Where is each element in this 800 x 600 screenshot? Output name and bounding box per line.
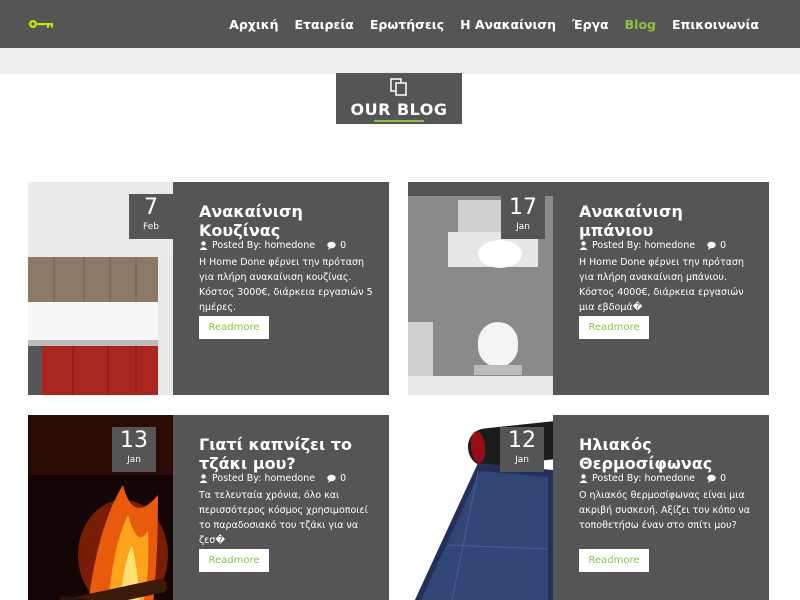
post-meta: Posted By: homedone 0 xyxy=(579,240,759,251)
post-excerpt: Ο ηλιακός θερμοσίφωνας είναι μια ακριβή … xyxy=(579,490,750,531)
post-excerpt: Η Home Done φέρνει την πρόταση για πλήρη… xyxy=(199,257,373,313)
comments-icon xyxy=(707,474,716,483)
post-content: Ανακαίνιση Κουζίνας Posted By: homedone … xyxy=(173,182,389,395)
post-meta: Posted By: homedone 0 xyxy=(579,473,759,484)
post-date-day: 7 xyxy=(144,195,158,220)
post-date-day: 13 xyxy=(120,428,148,453)
documents-icon xyxy=(390,78,407,96)
user-icon xyxy=(579,474,588,483)
user-icon xyxy=(199,241,208,250)
blog-card: 12 Jan Ηλιακός Θερμοσίφωνας Posted By: h… xyxy=(408,415,769,600)
nav-item-home[interactable]: Αρχική xyxy=(229,17,278,32)
post-title[interactable]: Ανακαίνιση Κουζίνας xyxy=(199,202,379,240)
blog-card: 13 Jan Γιατί καπνίζει το τζάκι μου? Post… xyxy=(28,415,389,600)
post-title[interactable]: Ηλιακός Θερμοσίφωνας xyxy=(579,435,759,473)
post-comment-count[interactable]: 0 xyxy=(720,240,726,251)
comments-icon xyxy=(327,241,336,250)
title-underline xyxy=(374,120,424,122)
blog-card: 7 Feb Ανακαίνιση Κουζίνας Posted By: hom… xyxy=(28,182,389,395)
post-content: Ανακαίνιση μπάνιου Posted By: homedone 0… xyxy=(553,182,769,395)
post-comment-count[interactable]: 0 xyxy=(720,473,726,484)
readmore-button[interactable]: Readmore xyxy=(579,549,649,572)
logo-key-icon[interactable] xyxy=(28,17,58,31)
post-excerpt: Τα τελευταία χρόνια, όλο και περισσότερο… xyxy=(199,490,368,546)
post-date: 12 Jan xyxy=(500,427,544,472)
post-excerpt: Η Home Done φέρνει την πρόταση για πλήρη… xyxy=(579,257,745,313)
readmore-button[interactable]: Readmore xyxy=(199,316,269,339)
post-author: Posted By: homedone xyxy=(592,473,696,484)
post-author: Posted By: homedone xyxy=(212,473,316,484)
post-meta: Posted By: homedone 0 xyxy=(199,240,379,251)
blog-title-box: OUR BLOG xyxy=(336,73,462,124)
post-date: 13 Jan xyxy=(112,427,156,472)
comments-icon xyxy=(327,474,336,483)
post-content: Ηλιακός Θερμοσίφωνας Posted By: homedone… xyxy=(553,415,769,600)
post-author: Posted By: homedone xyxy=(212,240,316,251)
post-title[interactable]: Ανακαίνιση μπάνιου xyxy=(579,202,759,240)
nav-item-blog[interactable]: Blog xyxy=(625,17,656,32)
post-comment-count[interactable]: 0 xyxy=(340,473,346,484)
comments-icon xyxy=(707,241,716,250)
user-icon xyxy=(199,474,208,483)
post-title[interactable]: Γιατί καπνίζει το τζάκι μου? xyxy=(199,435,379,473)
post-date-day: 12 xyxy=(508,428,536,453)
nav-item-projects[interactable]: Έργα xyxy=(572,17,609,32)
blog-card: 17 Jan Ανακαίνιση μπάνιου Posted By: hom… xyxy=(408,182,769,395)
post-date-month: Feb xyxy=(143,222,159,232)
readmore-button[interactable]: Readmore xyxy=(579,316,649,339)
blog-title: OUR BLOG xyxy=(350,100,448,119)
nav-item-faq[interactable]: Ερωτήσεις xyxy=(370,17,444,32)
post-content: Γιατί καπνίζει το τζάκι μου? Posted By: … xyxy=(173,415,389,600)
post-comment-count[interactable]: 0 xyxy=(340,240,346,251)
nav-item-contact[interactable]: Επικοινωνία xyxy=(672,17,759,32)
post-date-month: Jan xyxy=(516,222,530,232)
user-icon xyxy=(579,241,588,250)
post-date: 17 Jan xyxy=(501,194,545,239)
post-meta: Posted By: homedone 0 xyxy=(199,473,379,484)
top-header: Αρχική Εταιρεία Ερωτήσεις Η Ανακαίνιση Έ… xyxy=(0,0,800,48)
nav-item-company[interactable]: Εταιρεία xyxy=(295,17,354,32)
post-date-month: Jan xyxy=(127,455,141,465)
post-author: Posted By: homedone xyxy=(592,240,696,251)
post-date-month: Jan xyxy=(515,455,529,465)
nav-item-renovation[interactable]: Η Ανακαίνιση xyxy=(460,17,556,32)
sub-header-bar xyxy=(0,48,800,74)
post-date-day: 17 xyxy=(509,195,537,220)
main-nav: Αρχική Εταιρεία Ερωτήσεις Η Ανακαίνιση Έ… xyxy=(229,0,759,48)
post-date: 7 Feb xyxy=(129,194,173,239)
readmore-button[interactable]: Readmore xyxy=(199,549,269,572)
